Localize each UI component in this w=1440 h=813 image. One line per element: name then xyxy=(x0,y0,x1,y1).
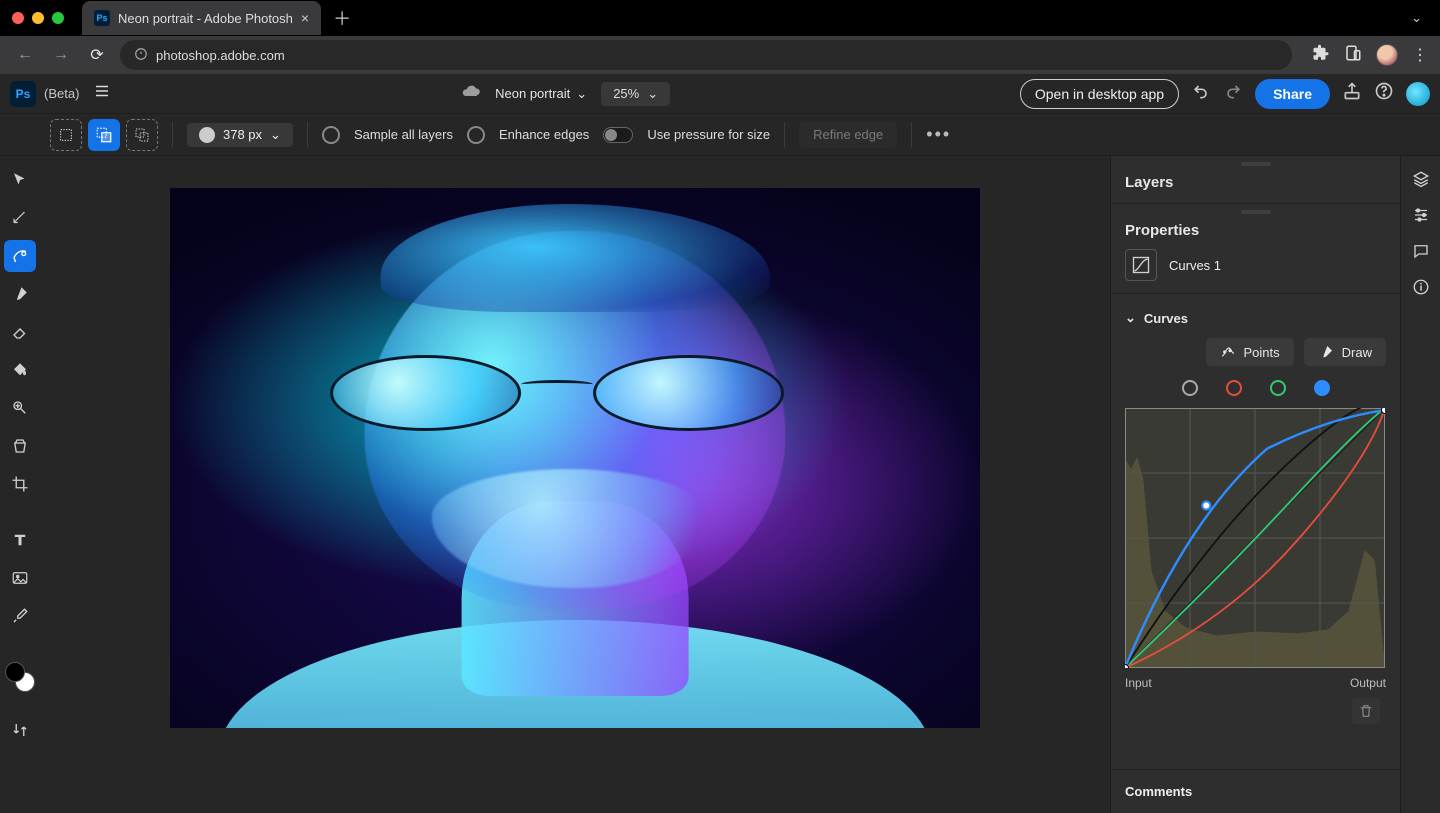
curves-points-mode[interactable]: Points xyxy=(1206,338,1294,366)
extensions-icon[interactable] xyxy=(1312,44,1330,67)
crop-tool[interactable] xyxy=(4,468,36,500)
site-info-icon[interactable] xyxy=(134,47,148,64)
help-button[interactable] xyxy=(1374,81,1394,106)
window-minimize-dot[interactable] xyxy=(32,12,44,24)
properties-panel-title: Properties xyxy=(1125,222,1386,239)
canvas[interactable] xyxy=(170,188,980,728)
panel-grip[interactable] xyxy=(1241,210,1271,214)
nav-back-button[interactable]: ← xyxy=(12,46,38,64)
more-options-button[interactable]: ••• xyxy=(926,124,951,145)
window-zoom-dot[interactable] xyxy=(52,12,64,24)
account-avatar[interactable] xyxy=(1406,82,1430,106)
place-image-tool[interactable] xyxy=(4,562,36,594)
panel-grip[interactable] xyxy=(1241,162,1271,166)
brush-preview-icon xyxy=(199,127,215,143)
channel-blue[interactable] xyxy=(1314,380,1330,396)
redo-button xyxy=(1223,81,1243,106)
profile-avatar[interactable] xyxy=(1376,44,1398,66)
tool-rail xyxy=(0,156,40,813)
pressure-size-toggle[interactable] xyxy=(603,127,633,143)
new-tab-button[interactable]: ＋ xyxy=(333,5,351,31)
window-close-dot[interactable] xyxy=(12,12,24,24)
chevron-down-icon: ⌄ xyxy=(647,86,658,102)
enhance-edges-label: Enhance edges xyxy=(499,127,589,142)
brush-tool[interactable] xyxy=(4,278,36,310)
comments-panel-title[interactable]: Comments xyxy=(1111,770,1400,813)
selection-add-mode[interactable] xyxy=(88,119,120,151)
browser-tab[interactable]: Ps Neon portrait - Adobe Photosh × xyxy=(82,1,321,35)
export-button[interactable] xyxy=(1342,81,1362,106)
brush-size-value: 378 px xyxy=(223,127,262,142)
canvas-area[interactable] xyxy=(40,156,1110,813)
share-button[interactable]: Share xyxy=(1255,79,1330,109)
cloud-status-icon[interactable] xyxy=(461,81,481,106)
nav-reload-button[interactable]: ⟳ xyxy=(84,45,110,65)
info-rail-icon[interactable] xyxy=(1406,272,1436,302)
selection-subtract-mode[interactable] xyxy=(126,119,158,151)
comments-rail-icon[interactable] xyxy=(1406,236,1436,266)
curves-draw-mode[interactable]: Draw xyxy=(1304,338,1386,366)
curves-layer-name: Curves 1 xyxy=(1169,258,1221,273)
zoom-dropdown[interactable]: 25% ⌄ xyxy=(601,82,670,106)
chevron-down-icon: ⌄ xyxy=(270,127,281,143)
channel-green[interactable] xyxy=(1270,380,1286,396)
pressure-size-label: Use pressure for size xyxy=(647,127,770,142)
swap-colors-tool[interactable] xyxy=(4,714,36,746)
chevron-down-icon: ⌄ xyxy=(576,86,587,102)
nav-forward-button: → xyxy=(48,46,74,64)
open-desktop-button[interactable]: Open in desktop app xyxy=(1020,79,1179,109)
undo-button[interactable] xyxy=(1191,81,1211,106)
enhance-edges-toggle[interactable] xyxy=(467,126,485,144)
adjustments-rail-icon[interactable] xyxy=(1406,200,1436,230)
document-name-dropdown[interactable]: Neon portrait ⌄ xyxy=(495,86,587,102)
browser-menu-icon[interactable]: ⋮ xyxy=(1412,45,1428,65)
eraser-tool[interactable] xyxy=(4,316,36,348)
document-name: Neon portrait xyxy=(495,86,570,101)
channel-rgb[interactable] xyxy=(1182,380,1198,396)
delete-adjustment-button[interactable] xyxy=(1352,698,1380,724)
sample-all-layers-label: Sample all layers xyxy=(354,127,453,142)
tab-close-icon[interactable]: × xyxy=(301,10,309,26)
curves-input-label: Input xyxy=(1125,676,1152,690)
eyedropper-tool[interactable] xyxy=(4,600,36,632)
color-swatches[interactable] xyxy=(5,662,35,692)
curves-adjustment-icon xyxy=(1125,249,1157,281)
channel-red[interactable] xyxy=(1226,380,1242,396)
tabs-dropdown-icon[interactable]: ⌄ xyxy=(1411,10,1428,26)
beta-label: (Beta) xyxy=(44,86,79,101)
transform-tool[interactable] xyxy=(4,202,36,234)
zoom-value: 25% xyxy=(613,86,639,101)
curves-section-label: Curves xyxy=(1144,311,1188,326)
curves-output-label: Output xyxy=(1350,676,1386,690)
type-tool[interactable] xyxy=(4,524,36,556)
tab-title: Neon portrait - Adobe Photosh xyxy=(118,11,293,26)
layers-rail-icon[interactable] xyxy=(1406,164,1436,194)
app-menu-button[interactable] xyxy=(93,82,111,105)
spot-heal-tool[interactable] xyxy=(4,392,36,424)
tab-favicon-ps: Ps xyxy=(94,10,110,26)
foreground-color-swatch[interactable] xyxy=(5,662,25,682)
refine-edge-button: Refine edge xyxy=(799,121,897,148)
url-text: photoshop.adobe.com xyxy=(156,48,285,63)
layers-panel-title: Layers xyxy=(1125,174,1386,191)
selection-new-mode[interactable] xyxy=(50,119,82,151)
fill-tool[interactable] xyxy=(4,354,36,386)
chevron-down-icon: ⌄ xyxy=(1125,310,1136,326)
address-bar[interactable]: photoshop.adobe.com xyxy=(120,40,1292,70)
sample-all-layers-toggle[interactable] xyxy=(322,126,340,144)
app-logo-ps[interactable]: Ps xyxy=(10,81,36,107)
curves-accordion-header[interactable]: ⌄ Curves xyxy=(1125,310,1386,326)
portrait-image xyxy=(170,188,980,728)
clone-stamp-tool[interactable] xyxy=(4,430,36,462)
brush-size-dropdown[interactable]: 378 px ⌄ xyxy=(187,123,293,147)
move-tool[interactable] xyxy=(4,164,36,196)
quick-select-tool[interactable] xyxy=(4,240,36,272)
curves-graph[interactable] xyxy=(1125,408,1386,668)
device-toggle-icon[interactable] xyxy=(1344,44,1362,67)
